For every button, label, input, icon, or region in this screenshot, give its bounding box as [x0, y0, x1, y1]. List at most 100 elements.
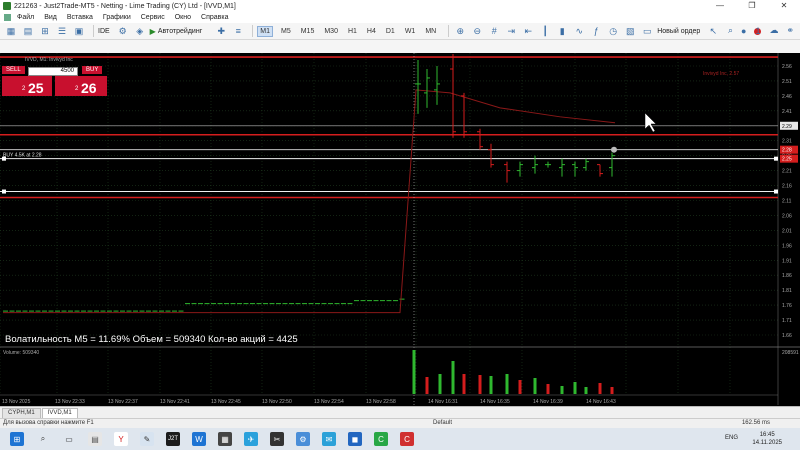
telegram-icon[interactable]: ✈ [244, 432, 258, 446]
tab-ivvd[interactable]: IVVD,M1 [41, 408, 78, 418]
notifications-icon[interactable]: ● 1 [741, 26, 762, 36]
chart-area[interactable]: 2.562.512.462.412.362.312.262.212.162.11… [0, 53, 800, 406]
depth-of-market-icon[interactable]: ≡ [231, 25, 245, 37]
menu-window[interactable]: Окно [175, 14, 191, 21]
tf-m1[interactable]: M1 [257, 25, 273, 37]
y-tick-label: 1.76 [782, 303, 792, 309]
j2t-icon[interactable]: J2T [166, 432, 180, 446]
system-clock[interactable]: 16:45 14.11.2025 [752, 431, 782, 447]
close-button[interactable]: ✕ [768, 0, 800, 12]
line-chart-icon[interactable]: ∿ [572, 25, 586, 37]
strategy-tester-icon[interactable]: ⚙ [116, 25, 130, 37]
tf-w1[interactable]: W1 [403, 27, 418, 36]
clock-date: 14.11.2025 [752, 440, 782, 446]
tf-h4[interactable]: H4 [365, 27, 378, 36]
tf-m30[interactable]: M30 [322, 27, 340, 36]
account-icon[interactable]: ⚭ [786, 25, 794, 36]
buy-button[interactable]: 2 26 [55, 76, 107, 96]
help-hint: Для вызова справки нажмите F1 [3, 420, 94, 426]
new-order-icon[interactable]: ✚ [214, 25, 228, 37]
signals-icon[interactable]: ◈ [133, 25, 147, 37]
calculator-icon[interactable]: ▦ [218, 432, 232, 446]
line-handle [2, 189, 6, 194]
bar-chart-icon[interactable]: ┃ [538, 25, 552, 37]
task-view-icon[interactable]: ▭ [62, 432, 76, 446]
volume-bar [478, 375, 482, 394]
search-icon[interactable]: ⌕ [36, 432, 50, 446]
profiles-icon[interactable]: ▤ [21, 25, 35, 37]
menu-view[interactable]: Вид [44, 14, 57, 21]
maximize-button[interactable]: ❐ [736, 0, 768, 12]
grid-icon[interactable]: # [487, 25, 501, 37]
navigator-icon[interactable]: ☰ [55, 25, 69, 37]
buy-price: 26 [81, 80, 97, 96]
quantity-input[interactable]: 4500 [28, 67, 78, 76]
line-handle [2, 156, 6, 161]
indicators-icon[interactable]: ƒ [589, 25, 603, 37]
chat-icon[interactable]: ✉ [322, 432, 336, 446]
volume-bar [546, 384, 550, 394]
volume-bar [438, 374, 442, 394]
templates-icon[interactable]: ▧ [623, 25, 637, 37]
clock-icon[interactable]: ◷ [606, 25, 620, 37]
autoscroll-icon[interactable]: ⇥ [504, 25, 518, 37]
data-window-icon[interactable]: ▣ [72, 25, 86, 37]
start-icon[interactable]: ⊞ [10, 432, 24, 446]
chart-background [0, 53, 800, 406]
menu-insert[interactable]: Вставка [67, 14, 93, 21]
search-icon[interactable]: ⌕ [728, 25, 733, 36]
ide-button[interactable]: IDE [98, 28, 110, 35]
algo-trading-button[interactable]: ▶ Автотрейдинг [150, 27, 209, 36]
new-chart-icon[interactable]: ▦ [4, 25, 18, 37]
tf-h1[interactable]: H1 [346, 27, 359, 36]
community-icon[interactable]: ☁ [769, 25, 778, 36]
tf-d1[interactable]: D1 [384, 27, 397, 36]
zoom-in-icon[interactable]: ⊕ [453, 25, 467, 37]
x-tick-label: 14 Nov 16:39 [533, 399, 563, 405]
c-red-icon[interactable]: C [400, 432, 414, 446]
status-bar: Для вызова справки нажмите F1 Default 16… [0, 418, 800, 428]
price-chart[interactable]: 2.562.512.462.412.362.312.262.212.162.11… [0, 53, 800, 406]
sell-price-prefix: 2 [22, 86, 26, 92]
explorer-icon[interactable]: ▤ [88, 432, 102, 446]
volume-label: Volume: 509340 [3, 350, 39, 356]
volume-bar [573, 382, 577, 394]
minimize-button[interactable]: — [704, 0, 736, 12]
new-order-button[interactable]: Новый ордер [657, 28, 700, 35]
menu-help[interactable]: Справка [201, 14, 228, 21]
store-icon[interactable]: ◼ [348, 432, 362, 446]
menu-tools[interactable]: Сервис [141, 14, 165, 21]
x-tick-label: 13 Nov 22:50 [262, 399, 292, 405]
tf-m5[interactable]: M5 [279, 27, 293, 36]
new-order-doc-icon[interactable]: ▭ [640, 25, 654, 37]
menu-charts[interactable]: Графики [103, 14, 131, 21]
word-icon[interactable]: W [192, 432, 206, 446]
tf-mn[interactable]: MN [423, 27, 438, 36]
candle-chart-icon[interactable]: ▮ [555, 25, 569, 37]
cursor-icon[interactable]: ↖ [706, 25, 720, 37]
price-tag-label: 2.25 [782, 157, 792, 163]
windows-taskbar: ⊞ ⌕ ▭ ▤ Y ✎ J2T W ▦ ✈ ✂ ⚙ ✉ ◼ C C ENG 16… [0, 428, 800, 450]
tf-m15[interactable]: M15 [299, 27, 317, 36]
sell-label: SELL [2, 66, 25, 74]
volume-bar [610, 387, 614, 394]
line-handle [774, 189, 778, 194]
sell-button[interactable]: 2 25 [2, 76, 52, 96]
y-tick-label: 1.96 [782, 243, 792, 249]
app-icon[interactable]: ✎ [140, 432, 154, 446]
zoom-out-icon[interactable]: ⊖ [470, 25, 484, 37]
yandex-icon[interactable]: Y [114, 432, 128, 446]
c-green-icon[interactable]: C [374, 432, 388, 446]
capcut-icon[interactable]: ✂ [270, 432, 284, 446]
menu-file[interactable]: Файл [17, 14, 34, 21]
y-tick-label: 2.11 [782, 199, 792, 205]
play-icon: ▶ [149, 26, 156, 36]
tab-cyph[interactable]: CYPH,M1 [2, 408, 41, 418]
market-watch-icon[interactable]: ⊞ [38, 25, 52, 37]
settings-icon[interactable]: ⚙ [296, 432, 310, 446]
language-indicator[interactable]: ENG [725, 435, 738, 441]
chart-shift-icon[interactable]: ⇤ [521, 25, 535, 37]
x-tick-label: 13 Nov 2025 [2, 399, 31, 405]
y-tick-label: 2.01 [782, 228, 792, 234]
buy-price-prefix: 2 [75, 86, 79, 92]
